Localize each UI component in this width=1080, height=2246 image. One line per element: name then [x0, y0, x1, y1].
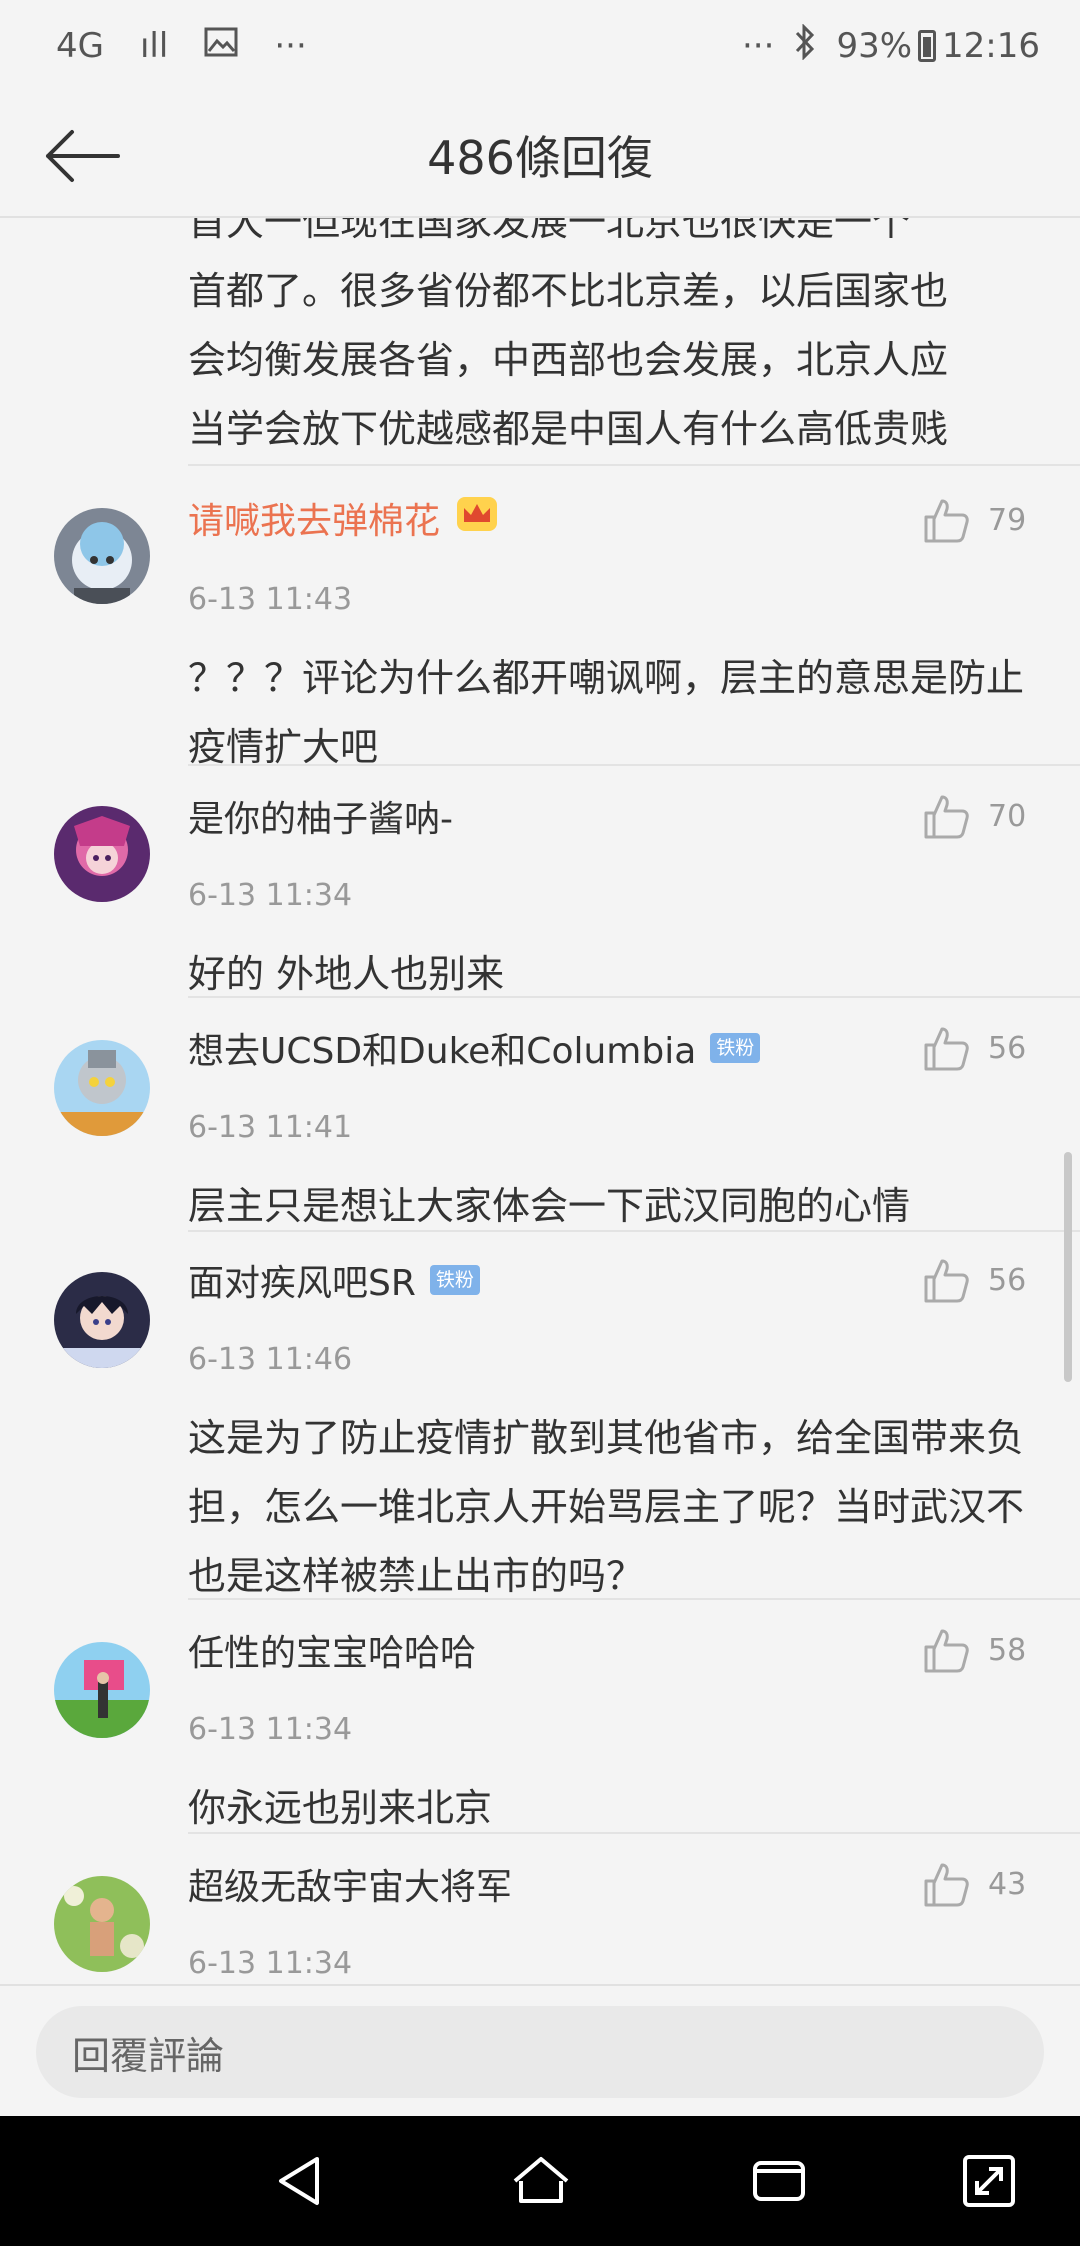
bluetooth-icon — [794, 22, 816, 69]
comment-time: 6-13 11:46 — [188, 1342, 353, 1377]
triangle-back-icon — [279, 2157, 319, 2205]
comment-time: 6-13 11:34 — [188, 878, 353, 913]
username[interactable]: 面对疾风吧SR 铁粉 — [188, 1250, 480, 1310]
system-navigation-bar — [0, 2116, 1080, 2246]
like-count: 43 — [988, 1866, 1027, 1902]
image-icon — [204, 26, 238, 66]
partial-line: 会均衡发展各省，中西部也会发展，北京人应 — [188, 338, 949, 382]
reply-bar: 回覆評論 — [0, 1984, 1080, 2116]
like-button[interactable]: 56 — [922, 1018, 1026, 1078]
partial-line: 首大一但现在国家发展一北京也很快是一个 — [188, 218, 911, 244]
like-button[interactable]: 79 — [922, 490, 1026, 550]
reply-placeholder: 回覆評論 — [72, 2033, 225, 2078]
thumbs-up-icon — [924, 1863, 969, 1907]
thumbs-up-icon — [924, 1027, 969, 1071]
like-button[interactable]: 43 — [922, 1854, 1026, 1914]
avatar[interactable] — [54, 1876, 150, 1972]
more-status-icon: ··· — [742, 26, 775, 66]
network-indicator: 4G — [56, 26, 104, 66]
divider — [188, 1598, 1080, 1600]
crown-badge-icon — [454, 494, 500, 543]
partial-line: 首都了。很多省份都不比北京差，以后国家也 — [188, 269, 949, 313]
avatar[interactable] — [54, 806, 150, 902]
username[interactable]: 请喊我去弹棉花 — [188, 488, 500, 548]
thumbs-up-icon — [924, 1259, 969, 1303]
page-title: 486條回復 — [427, 131, 653, 185]
like-button[interactable]: 70 — [922, 786, 1026, 846]
fan-badge: 铁粉 — [429, 1265, 480, 1295]
home-icon — [513, 2157, 569, 2203]
like-count: 70 — [988, 798, 1027, 834]
partial-line: 当学会放下优越感都是中国人有什么高低贵贱 — [188, 407, 949, 451]
like-button[interactable]: 56 — [922, 1250, 1026, 1310]
status-bar: 4G ıll ··· ··· 93% 12:16 — [0, 0, 1080, 92]
expand-icon — [963, 2155, 1015, 2207]
partial-comment-text: 首大一但现在国家发展一北京也很快是一个 首都了。很多省份都不比北京差，以后国家也… — [188, 218, 1048, 464]
avatar[interactable] — [54, 1040, 150, 1136]
avatar[interactable] — [54, 1642, 150, 1738]
nav-back-button[interactable] — [264, 2146, 334, 2216]
nav-recents-button[interactable] — [744, 2146, 814, 2216]
avatar[interactable] — [54, 508, 150, 604]
divider — [188, 1832, 1080, 1834]
like-count: 79 — [988, 502, 1027, 538]
reply-input[interactable]: 回覆評論 — [36, 2006, 1044, 2098]
divider — [188, 1230, 1080, 1232]
comment-time: 6-13 11:34 — [188, 1946, 353, 1981]
recents-icon — [753, 2161, 805, 2201]
comment-time: 6-13 11:43 — [188, 582, 353, 617]
comment-text: ？？？评论为什么都开嘲讽啊，层主的意思是防止疫情扩大吧 — [188, 656, 1025, 769]
more-notifications-icon: ··· — [274, 26, 307, 66]
thumbs-up-icon — [924, 1629, 969, 1673]
like-button[interactable]: 58 — [922, 1620, 1026, 1680]
thumbs-up-icon — [924, 499, 969, 543]
like-count: 56 — [988, 1262, 1027, 1298]
nav-home-button[interactable] — [506, 2146, 576, 2216]
comment-text: 这是为了防止疫情扩散到其他省市，给全国带来负担，怎么一堆北京人开始骂层主了呢？当… — [188, 1416, 1025, 1598]
username[interactable]: 是你的柚子酱呐- — [188, 786, 453, 846]
thumbs-up-icon — [924, 795, 969, 839]
nav-expand-button[interactable] — [954, 2146, 1024, 2216]
username[interactable]: 想去UCSD和Duke和Columbia 铁粉 — [188, 1018, 761, 1078]
username[interactable]: 任性的宝宝哈哈哈 — [188, 1620, 476, 1680]
scrollbar[interactable] — [1064, 1152, 1072, 1382]
like-count: 58 — [988, 1632, 1027, 1668]
top-app-bar: 486條回復 — [0, 92, 1080, 218]
like-count: 56 — [988, 1030, 1027, 1066]
clock: 12:16 — [942, 26, 1040, 66]
fan-badge: 铁粉 — [710, 1033, 761, 1063]
avatar[interactable] — [54, 1272, 150, 1368]
divider — [188, 996, 1080, 998]
battery-percent: 93% — [836, 26, 913, 66]
divider — [188, 464, 1080, 466]
comment-list[interactable]: 首大一但现在国家发展一北京也很快是一个 首都了。很多省份都不比北京差，以后国家也… — [0, 218, 1080, 1984]
back-button[interactable] — [40, 114, 124, 198]
battery-icon — [918, 30, 937, 62]
comment-time: 6-13 11:41 — [188, 1110, 353, 1145]
username[interactable]: 超级无敌宇宙大将军 — [188, 1854, 512, 1914]
arrow-left-icon — [46, 130, 120, 182]
signal-icon: ıll — [139, 26, 169, 66]
comment-text: 好的 外地人也别来 — [188, 952, 505, 996]
comment-time: 6-13 11:34 — [188, 1712, 353, 1747]
divider — [188, 764, 1080, 766]
